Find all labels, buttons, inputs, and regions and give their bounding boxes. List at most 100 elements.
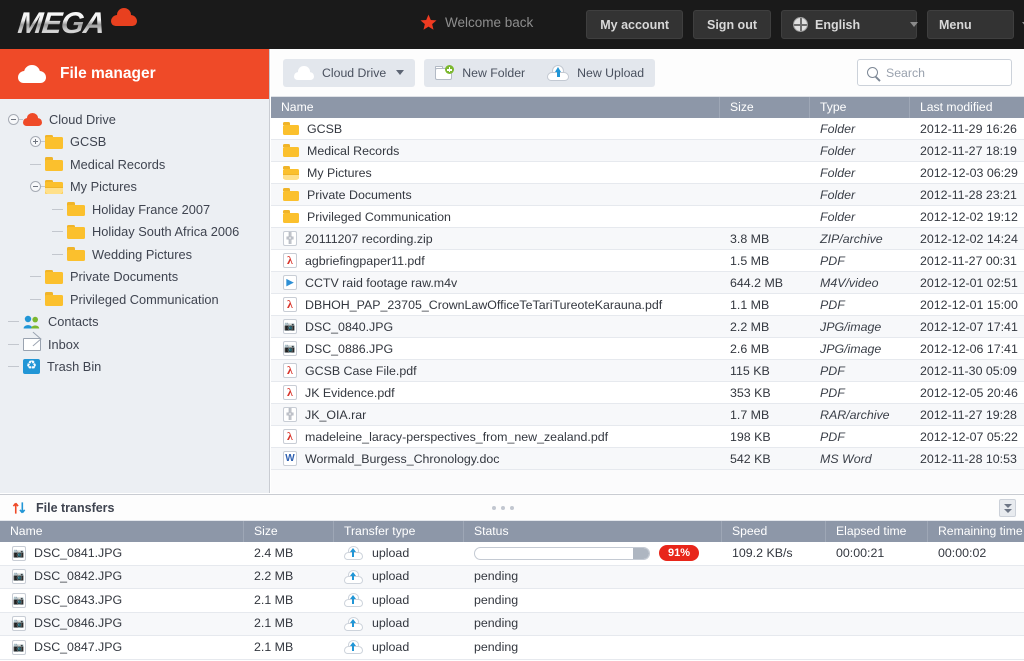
table-row[interactable]: 📷DSC_0842.JPG2.2 MBuploadpending [0, 566, 1024, 590]
table-row[interactable]: 📷DSC_0841.JPG2.4 MBupload91%109.2 KB/s00… [0, 542, 1024, 566]
expand-icon[interactable] [30, 136, 41, 147]
transfer-name: DSC_0846.JPG [34, 612, 122, 636]
transfer-name-cell: 📷DSC_0847.JPG [0, 636, 244, 660]
zip-icon: ╬ [283, 407, 297, 422]
sidebar-item-private-documents[interactable]: Private Documents [0, 266, 269, 289]
sidebar-item-wedding-pictures[interactable]: Wedding Pictures [0, 243, 269, 266]
table-row[interactable]: λagbriefingpaper11.pdf1.5 MBPDF2012-11-2… [271, 250, 1024, 272]
transfer-type-cell: upload [334, 565, 464, 589]
transfer-remaining-time: 00:00:02 [928, 542, 1024, 566]
transfer-name-cell: 📷DSC_0841.JPG [0, 542, 244, 566]
sidebar-item-privileged-communication[interactable]: Privileged Communication [0, 288, 269, 311]
column-header-transfer-type[interactable]: Transfer type [334, 521, 464, 542]
file-type: ZIP/archive [810, 228, 910, 250]
table-row[interactable]: λDBHOH_PAP_23705_CrownLawOfficeTeTariTur… [271, 294, 1024, 316]
image-icon: 📷 [12, 640, 26, 655]
table-row[interactable]: 📷DSC_0846.JPG2.1 MBuploadpending [0, 613, 1024, 637]
transfers-table: Name Size Transfer type Status Speed Ela… [0, 521, 1024, 660]
table-row[interactable]: My PicturesFolder2012-12-03 06:29 [271, 162, 1024, 184]
transfer-type-label: upload [372, 589, 409, 613]
table-row[interactable]: 📷DSC_0843.JPG2.1 MBuploadpending [0, 589, 1024, 613]
file-last-modified: 2012-12-07 17:41 [910, 316, 1024, 338]
my-account-button[interactable]: My account [586, 10, 683, 39]
sign-out-button[interactable]: Sign out [693, 10, 771, 39]
column-header-elapsed-time[interactable]: Elapsed time [826, 521, 928, 542]
collapse-icon[interactable] [8, 114, 19, 125]
column-header-name[interactable]: Name [271, 97, 720, 118]
zip-icon: ╬ [283, 231, 297, 246]
file-type: M4V/video [810, 272, 910, 294]
file-size: 1.7 MB [720, 404, 810, 426]
file-size: 2.6 MB [720, 338, 810, 360]
table-row[interactable]: λmadeleine_laracy-perspectives_from_new_… [271, 426, 1024, 448]
mega-logo-text: MEGA [16, 7, 106, 41]
drag-handle[interactable] [492, 506, 514, 510]
sidebar-item-cloud-drive[interactable]: Cloud Drive [0, 108, 269, 131]
sidebar-item-contacts[interactable]: Contacts [0, 311, 269, 334]
column-header-last-modified[interactable]: Last modified [910, 97, 1024, 118]
table-row[interactable]: 📷DSC_0886.JPG2.6 MBJPG/image2012-12-06 1… [271, 338, 1024, 360]
collapse-icon[interactable] [999, 499, 1016, 517]
file-name-cell: λDBHOH_PAP_23705_CrownLawOfficeTeTariTur… [271, 294, 720, 316]
table-row[interactable]: λJK Evidence.pdf353 KBPDF2012-12-05 20:4… [271, 382, 1024, 404]
image-icon: 📷 [12, 546, 26, 561]
file-type: PDF [810, 294, 910, 316]
column-header-remaining-time[interactable]: Remaining time [928, 521, 1024, 542]
pdf-icon: λ [283, 253, 297, 268]
file-name-cell: ╬20111207 recording.zip [271, 228, 720, 250]
column-header-name[interactable]: Name [0, 521, 244, 542]
pdf-icon: λ [283, 385, 297, 400]
search-input[interactable]: Search [886, 66, 925, 80]
tree-line [30, 299, 41, 300]
sidebar-item-my-pictures[interactable]: My Pictures [0, 176, 269, 199]
sidebar-item-inbox[interactable]: Inbox [0, 333, 269, 356]
file-last-modified: 2012-12-01 02:51 [910, 272, 1024, 294]
table-row[interactable]: 📷DSC_0840.JPG2.2 MBJPG/image2012-12-07 1… [271, 316, 1024, 338]
sidebar-item-holiday-france-2007[interactable]: Holiday France 2007 [0, 198, 269, 221]
table-row[interactable]: Medical RecordsFolder2012-11-27 18:19 [271, 140, 1024, 162]
sidebar-item-medical-records[interactable]: Medical Records [0, 153, 269, 176]
folder-icon [45, 270, 63, 284]
column-header-speed[interactable]: Speed [722, 521, 826, 542]
folder-icon [283, 209, 299, 224]
column-header-status[interactable]: Status [464, 521, 722, 542]
table-row[interactable]: Privileged CommunicationFolder2012-12-02… [271, 206, 1024, 228]
column-header-type[interactable]: Type [810, 97, 910, 118]
upload-cloud-icon [547, 65, 569, 81]
file-last-modified: 2012-11-30 05:09 [910, 360, 1024, 382]
sidebar-item-trash-bin[interactable]: Trash Bin [0, 356, 269, 379]
create-actions-group: New Folder New Upload [424, 59, 655, 87]
new-upload-button[interactable]: New Upload [536, 59, 655, 87]
sidebar-item-label: Private Documents [70, 269, 186, 284]
table-row[interactable]: ▶CCTV raid footage raw.m4v644.2 MBM4V/vi… [271, 272, 1024, 294]
folder-icon [283, 143, 299, 158]
mega-logo[interactable]: MEGA [18, 7, 137, 43]
column-header-size[interactable]: Size [244, 521, 334, 542]
table-row[interactable]: Private DocumentsFolder2012-11-28 23:21 [271, 184, 1024, 206]
cloud-drive-dropdown[interactable]: Cloud Drive [283, 59, 415, 87]
column-header-size[interactable]: Size [720, 97, 810, 118]
table-row[interactable]: GCSBFolder2012-11-29 16:26 [271, 118, 1024, 140]
menu-button[interactable]: Menu [927, 10, 1014, 39]
table-row[interactable]: ╬JK_OIA.rar1.7 MBRAR/archive2012-11-27 1… [271, 404, 1024, 426]
file-size: 198 KB [720, 426, 810, 448]
file-type: JPG/image [810, 338, 910, 360]
file-last-modified: 2012-12-02 19:12 [910, 206, 1024, 228]
file-type: Folder [810, 140, 910, 162]
file-type: Folder [810, 184, 910, 206]
file-last-modified: 2012-12-06 17:41 [910, 338, 1024, 360]
language-selector[interactable]: English [781, 10, 917, 39]
table-row[interactable]: λGCSB Case File.pdf115 KBPDF2012-11-30 0… [271, 360, 1024, 382]
sidebar-item-label: Privileged Communication [70, 292, 227, 307]
pdf-icon: λ [283, 297, 297, 312]
sidebar-item-label: Inbox [48, 337, 87, 352]
table-row[interactable]: 📷DSC_0847.JPG2.1 MBuploadpending [0, 636, 1024, 660]
collapse-icon[interactable] [30, 181, 41, 192]
sidebar-item-holiday-south-africa-2006[interactable]: Holiday South Africa 2006 [0, 221, 269, 244]
sidebar-item-gcsb[interactable]: GCSB [0, 131, 269, 154]
table-row[interactable]: ╬20111207 recording.zip3.8 MBZIP/archive… [271, 228, 1024, 250]
search-box[interactable]: Search [857, 59, 1012, 86]
new-folder-button[interactable]: New Folder [424, 59, 536, 87]
content-toolbar: Cloud Drive New Folder New Upload [271, 49, 1024, 97]
table-row[interactable]: WWormald_Burgess_Chronology.doc542 KBMS … [271, 448, 1024, 470]
